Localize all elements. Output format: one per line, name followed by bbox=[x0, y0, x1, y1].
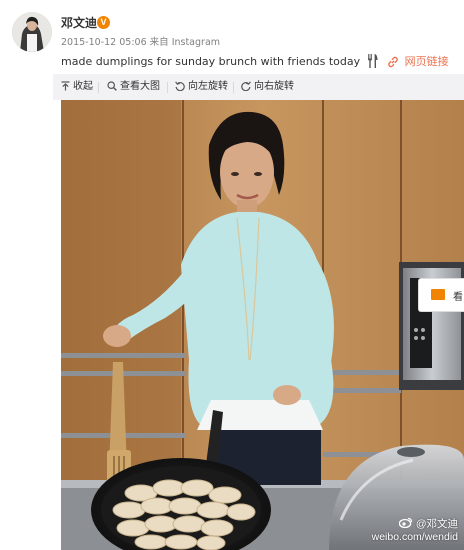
watermark-url: weibo.com/wendid bbox=[371, 531, 458, 543]
photo-watermark: @邓文迪 weibo.com/wendid bbox=[372, 517, 458, 544]
share-tab[interactable]: 看 bbox=[418, 278, 464, 312]
rotate-right-icon bbox=[241, 81, 251, 92]
post-source[interactable]: Instagram bbox=[172, 37, 220, 48]
view-large-label: 查看大图 bbox=[120, 81, 160, 92]
toolbar-divider bbox=[167, 82, 168, 93]
avatar-image bbox=[12, 12, 52, 52]
rotate-left-button[interactable]: 向左旋转 bbox=[175, 74, 228, 100]
post-text: made dumplings for sunday brunch with fr… bbox=[61, 55, 361, 68]
verified-badge: V bbox=[97, 16, 110, 29]
share-tab-label: 看 bbox=[453, 292, 463, 303]
zoom-icon bbox=[107, 81, 117, 91]
view-large-button[interactable]: 查看大图 bbox=[107, 74, 160, 100]
source-label: 来自 bbox=[149, 37, 169, 48]
toolbar-divider bbox=[98, 82, 99, 93]
web-link[interactable]: 网页链接 bbox=[405, 55, 449, 68]
rotate-left-icon bbox=[175, 81, 185, 92]
watermark-handle: @邓文迪 bbox=[415, 518, 458, 530]
post-photo[interactable]: 看 @邓文迪 weibo.com/wendid bbox=[61, 100, 464, 550]
collapse-icon bbox=[61, 81, 70, 91]
rotate-left-label: 向左旋转 bbox=[188, 81, 228, 92]
weibo-logo-icon bbox=[398, 517, 413, 529]
image-toolbar: 收起 查看大图 向左旋转 向右旋转 bbox=[53, 74, 464, 100]
rotate-right-button[interactable]: 向右旋转 bbox=[241, 74, 294, 100]
mail-icon bbox=[431, 289, 445, 300]
collapse-button[interactable]: 收起 bbox=[61, 74, 93, 100]
avatar[interactable] bbox=[12, 12, 52, 52]
username[interactable]: 邓文迪 bbox=[61, 15, 97, 31]
post-timestamp[interactable]: 2015-10-12 05:06 bbox=[61, 37, 147, 48]
post-meta: 2015-10-12 05:06 来自 Instagram bbox=[61, 37, 220, 49]
photo-illustration bbox=[61, 100, 464, 550]
post-text-line: made dumplings for sunday brunch with fr… bbox=[61, 54, 449, 73]
fork-knife-icon bbox=[366, 54, 378, 73]
toolbar-divider bbox=[233, 82, 234, 93]
link-icon bbox=[387, 56, 399, 73]
rotate-right-label: 向右旋转 bbox=[254, 81, 294, 92]
collapse-label: 收起 bbox=[73, 81, 93, 92]
